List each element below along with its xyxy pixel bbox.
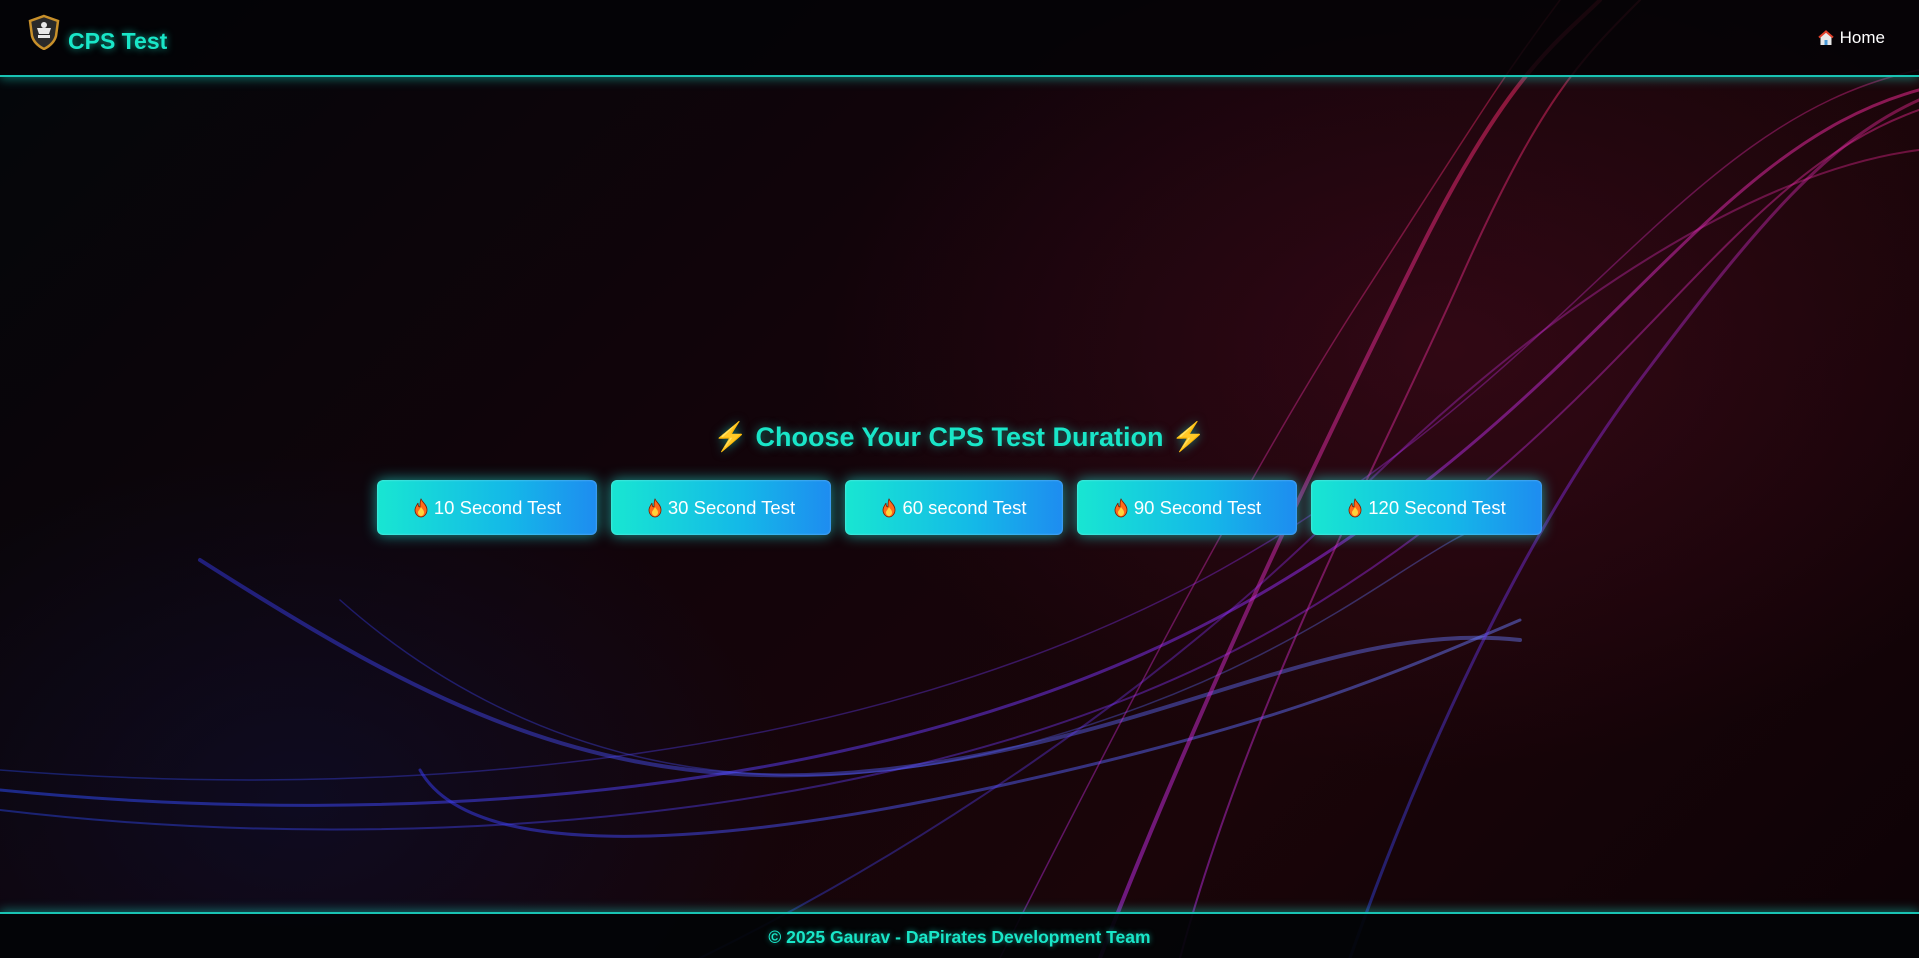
- fire-icon: [1114, 497, 1128, 517]
- test-10-second-button[interactable]: 10 Second Test: [377, 480, 597, 535]
- footer: © 2025 Gaurav - DaPirates Development Te…: [0, 912, 1919, 958]
- button-label: 120 Second Test: [1368, 496, 1506, 518]
- button-label: 30 Second Test: [667, 496, 796, 518]
- page: CPS Test Home ⚡ Choose Your CPS Test Dur…: [0, 0, 1919, 958]
- lightning-icon: ⚡: [713, 421, 748, 452]
- fire-icon: [648, 497, 662, 517]
- test-30-second-button[interactable]: 30 Second Test: [611, 480, 831, 535]
- footer-copyright: © 2025 Gaurav - DaPirates Development Te…: [768, 927, 1151, 947]
- background-waves-image: [0, 0, 1919, 958]
- lightning-icon: ⚡: [1171, 421, 1206, 452]
- house-icon: [1817, 30, 1834, 45]
- heading-text: Choose Your CPS Test Duration: [755, 422, 1164, 452]
- test-60-second-button[interactable]: 60 second Test: [845, 480, 1063, 535]
- button-label: 90 Second Test: [1133, 496, 1262, 518]
- test-90-second-button[interactable]: 90 Second Test: [1077, 480, 1297, 535]
- brand[interactable]: CPS Test: [26, 14, 167, 54]
- fire-icon: [414, 497, 428, 517]
- duration-button-group: 10 Second Test 30 Second Test 60 second …: [0, 480, 1919, 535]
- home-link[interactable]: Home: [1817, 28, 1885, 48]
- button-label: 60 second Test: [902, 496, 1027, 518]
- fire-icon: [1348, 497, 1362, 517]
- app-title: CPS Test: [68, 27, 168, 54]
- button-label: 10 Second Test: [433, 496, 562, 518]
- pirate-shield-icon: [28, 14, 60, 50]
- top-navbar: CPS Test Home: [0, 0, 1919, 77]
- home-label: Home: [1839, 28, 1885, 47]
- page-heading: ⚡ Choose Your CPS Test Duration ⚡: [0, 420, 1919, 453]
- test-120-second-button[interactable]: 120 Second Test: [1311, 480, 1542, 535]
- fire-icon: [883, 497, 896, 517]
